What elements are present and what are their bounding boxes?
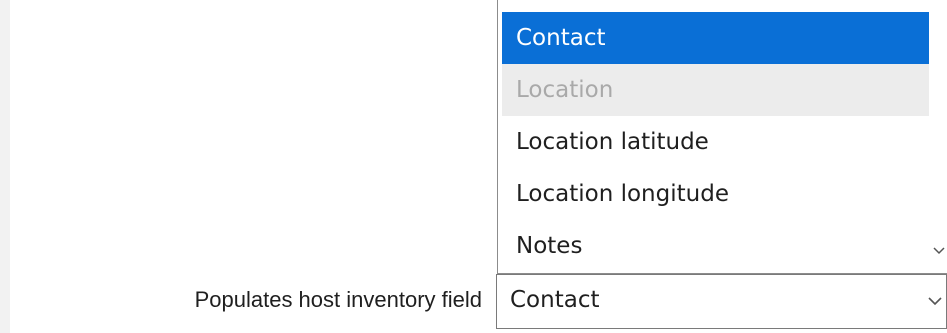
option-location: Location (502, 64, 929, 116)
scroll-down-icon[interactable] (930, 242, 947, 260)
option-notes[interactable]: Notes (502, 220, 929, 272)
option-location-latitude[interactable]: Location latitude (502, 116, 929, 168)
inventory-field-label: Populates host inventory field (194, 287, 482, 312)
dropdown-list[interactable]: Contact Location Location latitude Locat… (497, 0, 947, 274)
chevron-down-icon[interactable] (925, 291, 945, 311)
inventory-field-select[interactable]: Contact (496, 274, 947, 329)
option-location-longitude[interactable]: Location longitude (502, 168, 929, 220)
select-current-value: Contact (510, 287, 600, 313)
option-contact[interactable]: Contact (502, 12, 929, 64)
